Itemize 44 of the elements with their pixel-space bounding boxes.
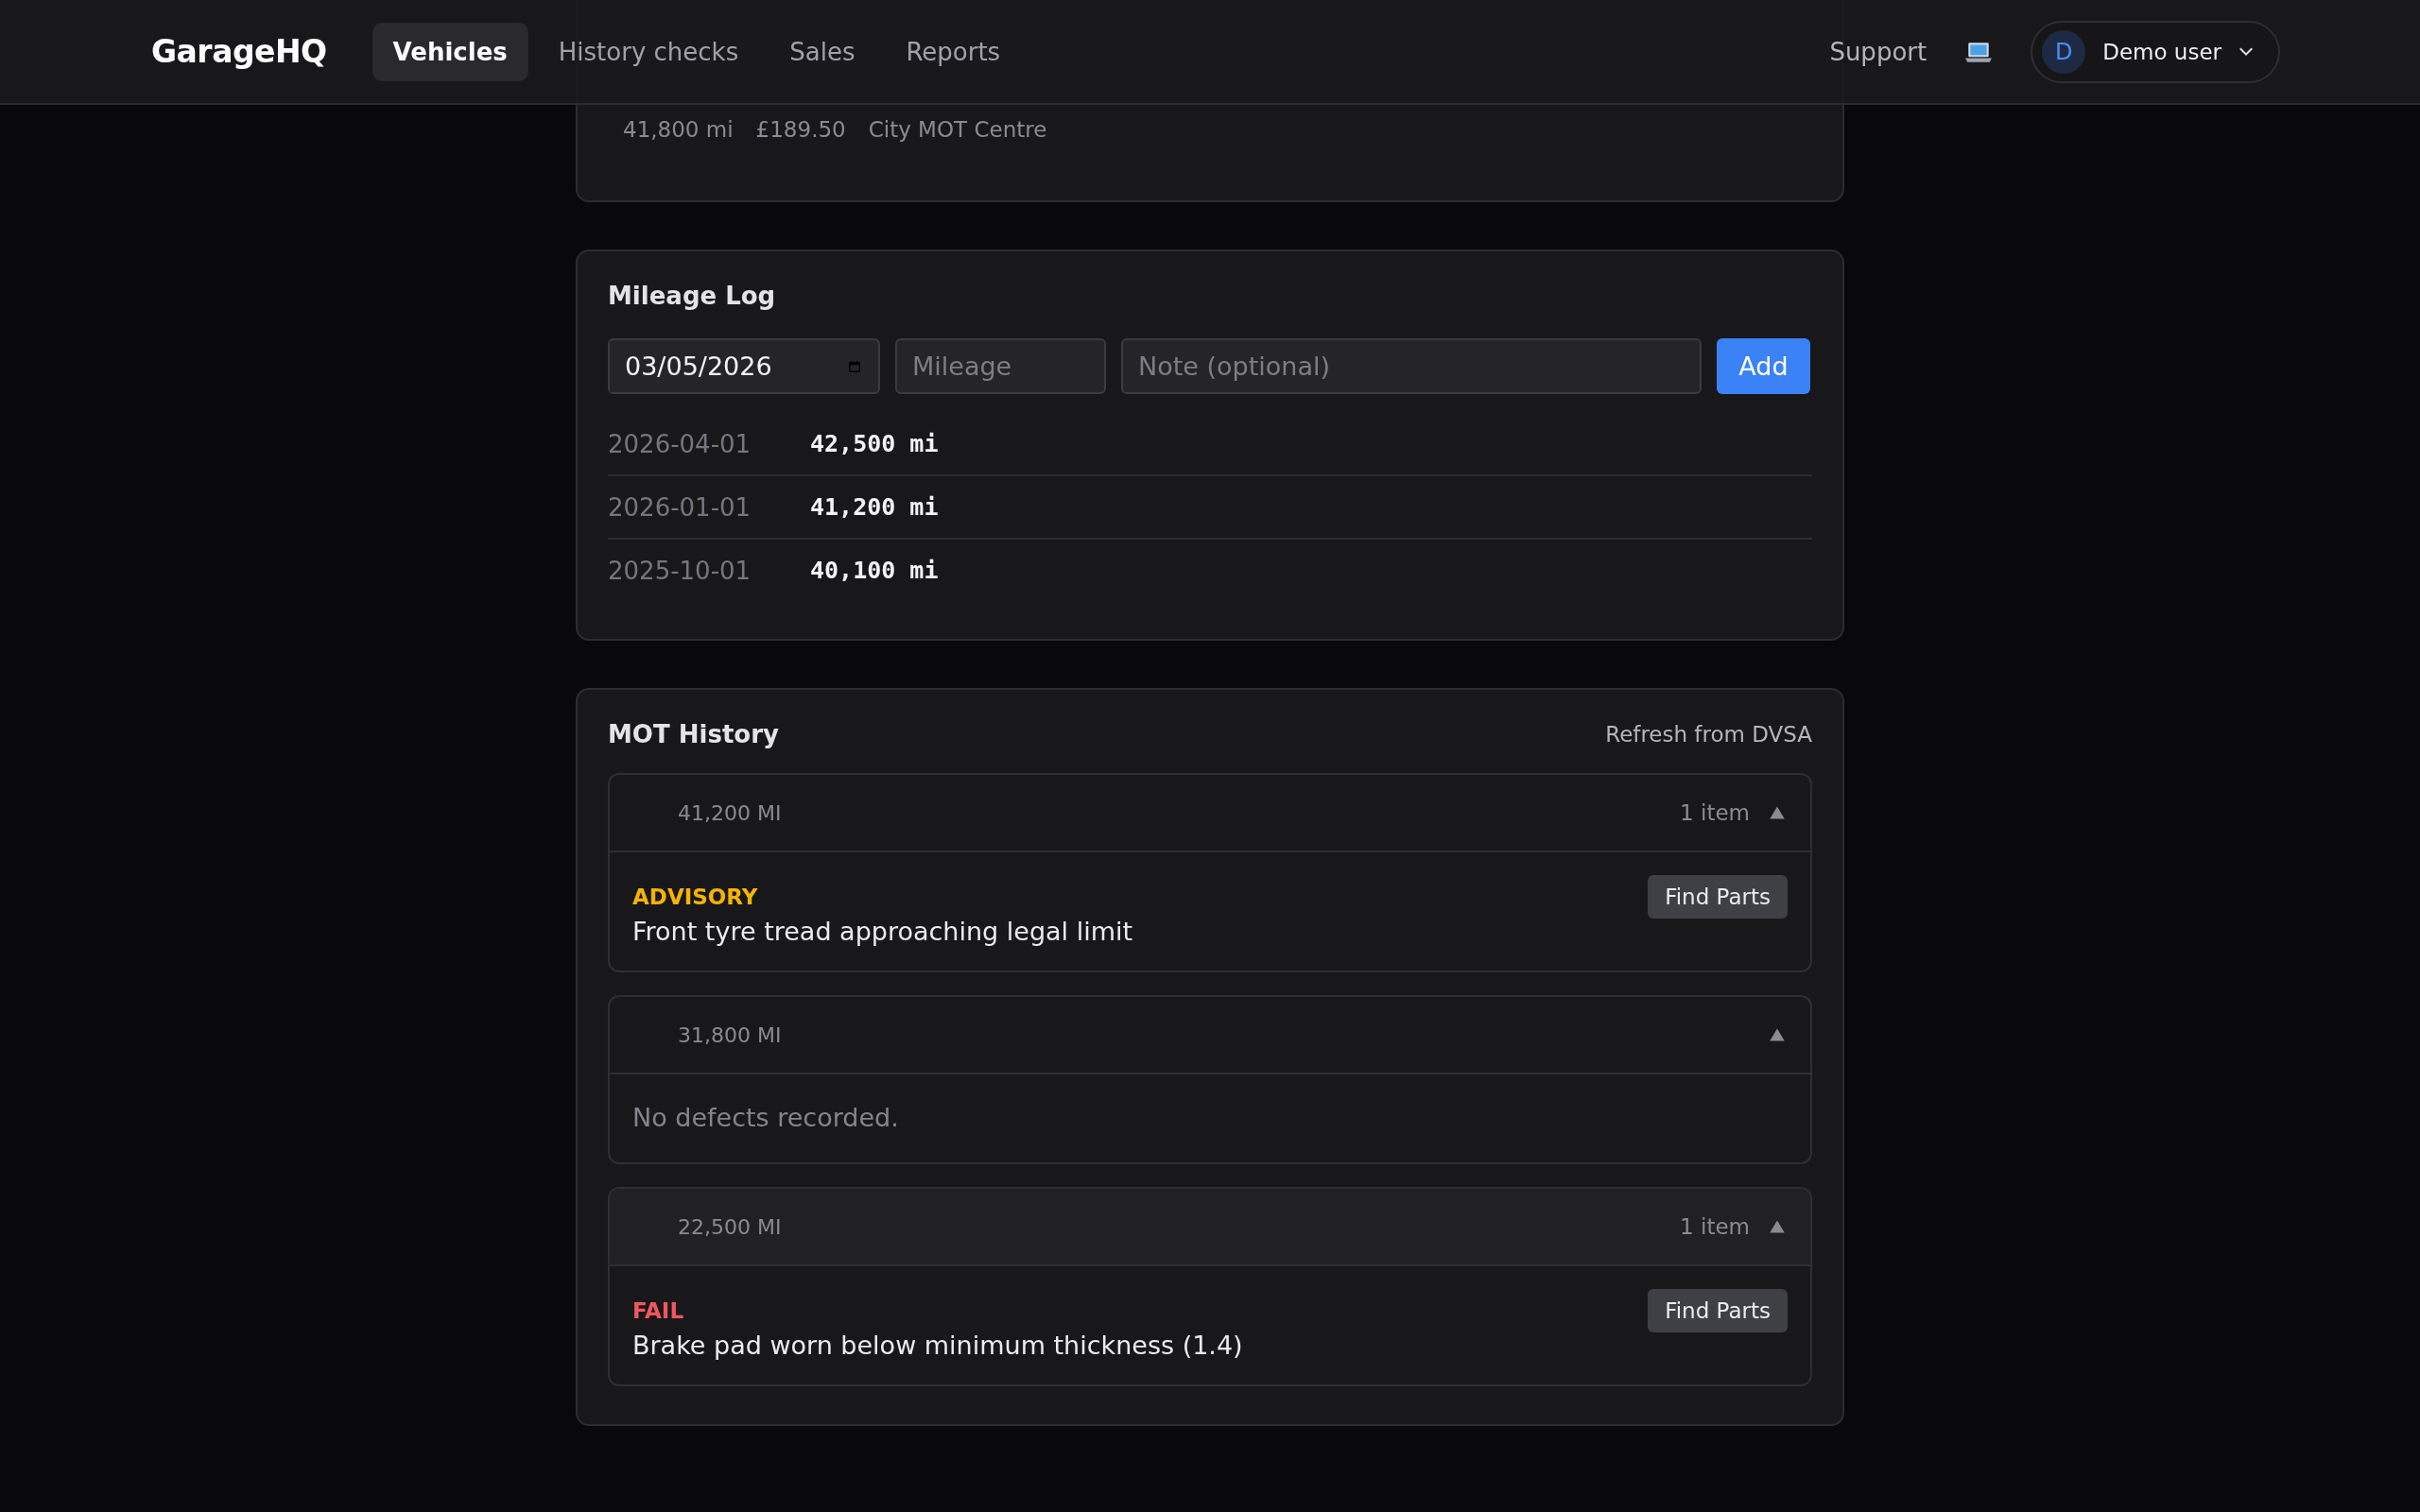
test-mileage: 22,500 MI xyxy=(678,1214,782,1239)
nav-tab[interactable]: Sales xyxy=(769,22,876,81)
mileage-field[interactable]: Mileage xyxy=(895,338,1106,394)
defect-description: Brake pad worn below minimum thickness (1.4) xyxy=(632,1331,1243,1360)
mot-test-header[interactable]: 41,200 MI 1 item xyxy=(610,775,1810,852)
logo[interactable]: GarageHQ xyxy=(151,33,327,70)
log-date: 2026-04-01 xyxy=(608,429,752,458)
defect-type: FAIL xyxy=(632,1298,685,1323)
laptop-icon[interactable] xyxy=(1964,40,1994,63)
defect-description: Front tyre tread approaching legal limit xyxy=(632,917,1133,946)
card-title: Mileage Log xyxy=(608,282,777,310)
item-count: 1 item xyxy=(1680,1214,1750,1239)
mot-test-header[interactable]: 31,800 MI xyxy=(610,997,1810,1074)
test-mileage: 31,800 MI xyxy=(678,1022,782,1047)
log-mileage: 41,200 mi xyxy=(810,493,939,521)
triangle-up-icon[interactable] xyxy=(1769,805,1786,820)
triangle-up-icon[interactable] xyxy=(1769,1219,1786,1234)
nav-tab[interactable]: History checks xyxy=(537,22,760,81)
service-detail: City MOT Centre xyxy=(868,117,1047,142)
log-date: 2026-01-01 xyxy=(608,492,752,522)
item-count: 1 item xyxy=(1680,800,1750,825)
add-button[interactable]: Add xyxy=(1717,338,1810,394)
date-field[interactable]: 03/05/2026 xyxy=(608,338,880,394)
nav-tab[interactable]: Reports xyxy=(885,22,1022,81)
find-parts-button[interactable]: Find Parts xyxy=(1648,1289,1788,1332)
refresh-link[interactable]: Refresh from DVSA xyxy=(1605,722,1812,747)
note-field[interactable]: Note (optional) xyxy=(1121,338,1702,394)
log-mileage: 40,100 mi xyxy=(810,557,939,584)
test-mileage: 41,200 MI xyxy=(678,800,782,825)
service-detail: 41,800 mi xyxy=(623,117,734,142)
defect-type: ADVISORY xyxy=(632,885,759,909)
avatar: D xyxy=(2042,29,2086,74)
find-parts-button[interactable]: Find Parts xyxy=(1648,875,1788,919)
chevron-down-icon xyxy=(2238,46,2254,57)
support-link[interactable]: Support xyxy=(1829,37,1927,66)
service-detail: £189.50 xyxy=(755,117,846,142)
user-menu[interactable]: D Demo user xyxy=(2031,20,2280,83)
log-mileage: 42,500 mi xyxy=(810,430,939,457)
nav-tab[interactable]: Vehicles xyxy=(372,22,528,81)
empty-message: No defects recorded. xyxy=(632,1102,900,1134)
log-date: 2025-10-01 xyxy=(608,556,752,585)
card-title: MOT History xyxy=(608,720,779,748)
mot-test-header[interactable]: 22,500 MI 1 item xyxy=(610,1189,1810,1266)
triangle-up-icon[interactable] xyxy=(1769,1027,1786,1042)
